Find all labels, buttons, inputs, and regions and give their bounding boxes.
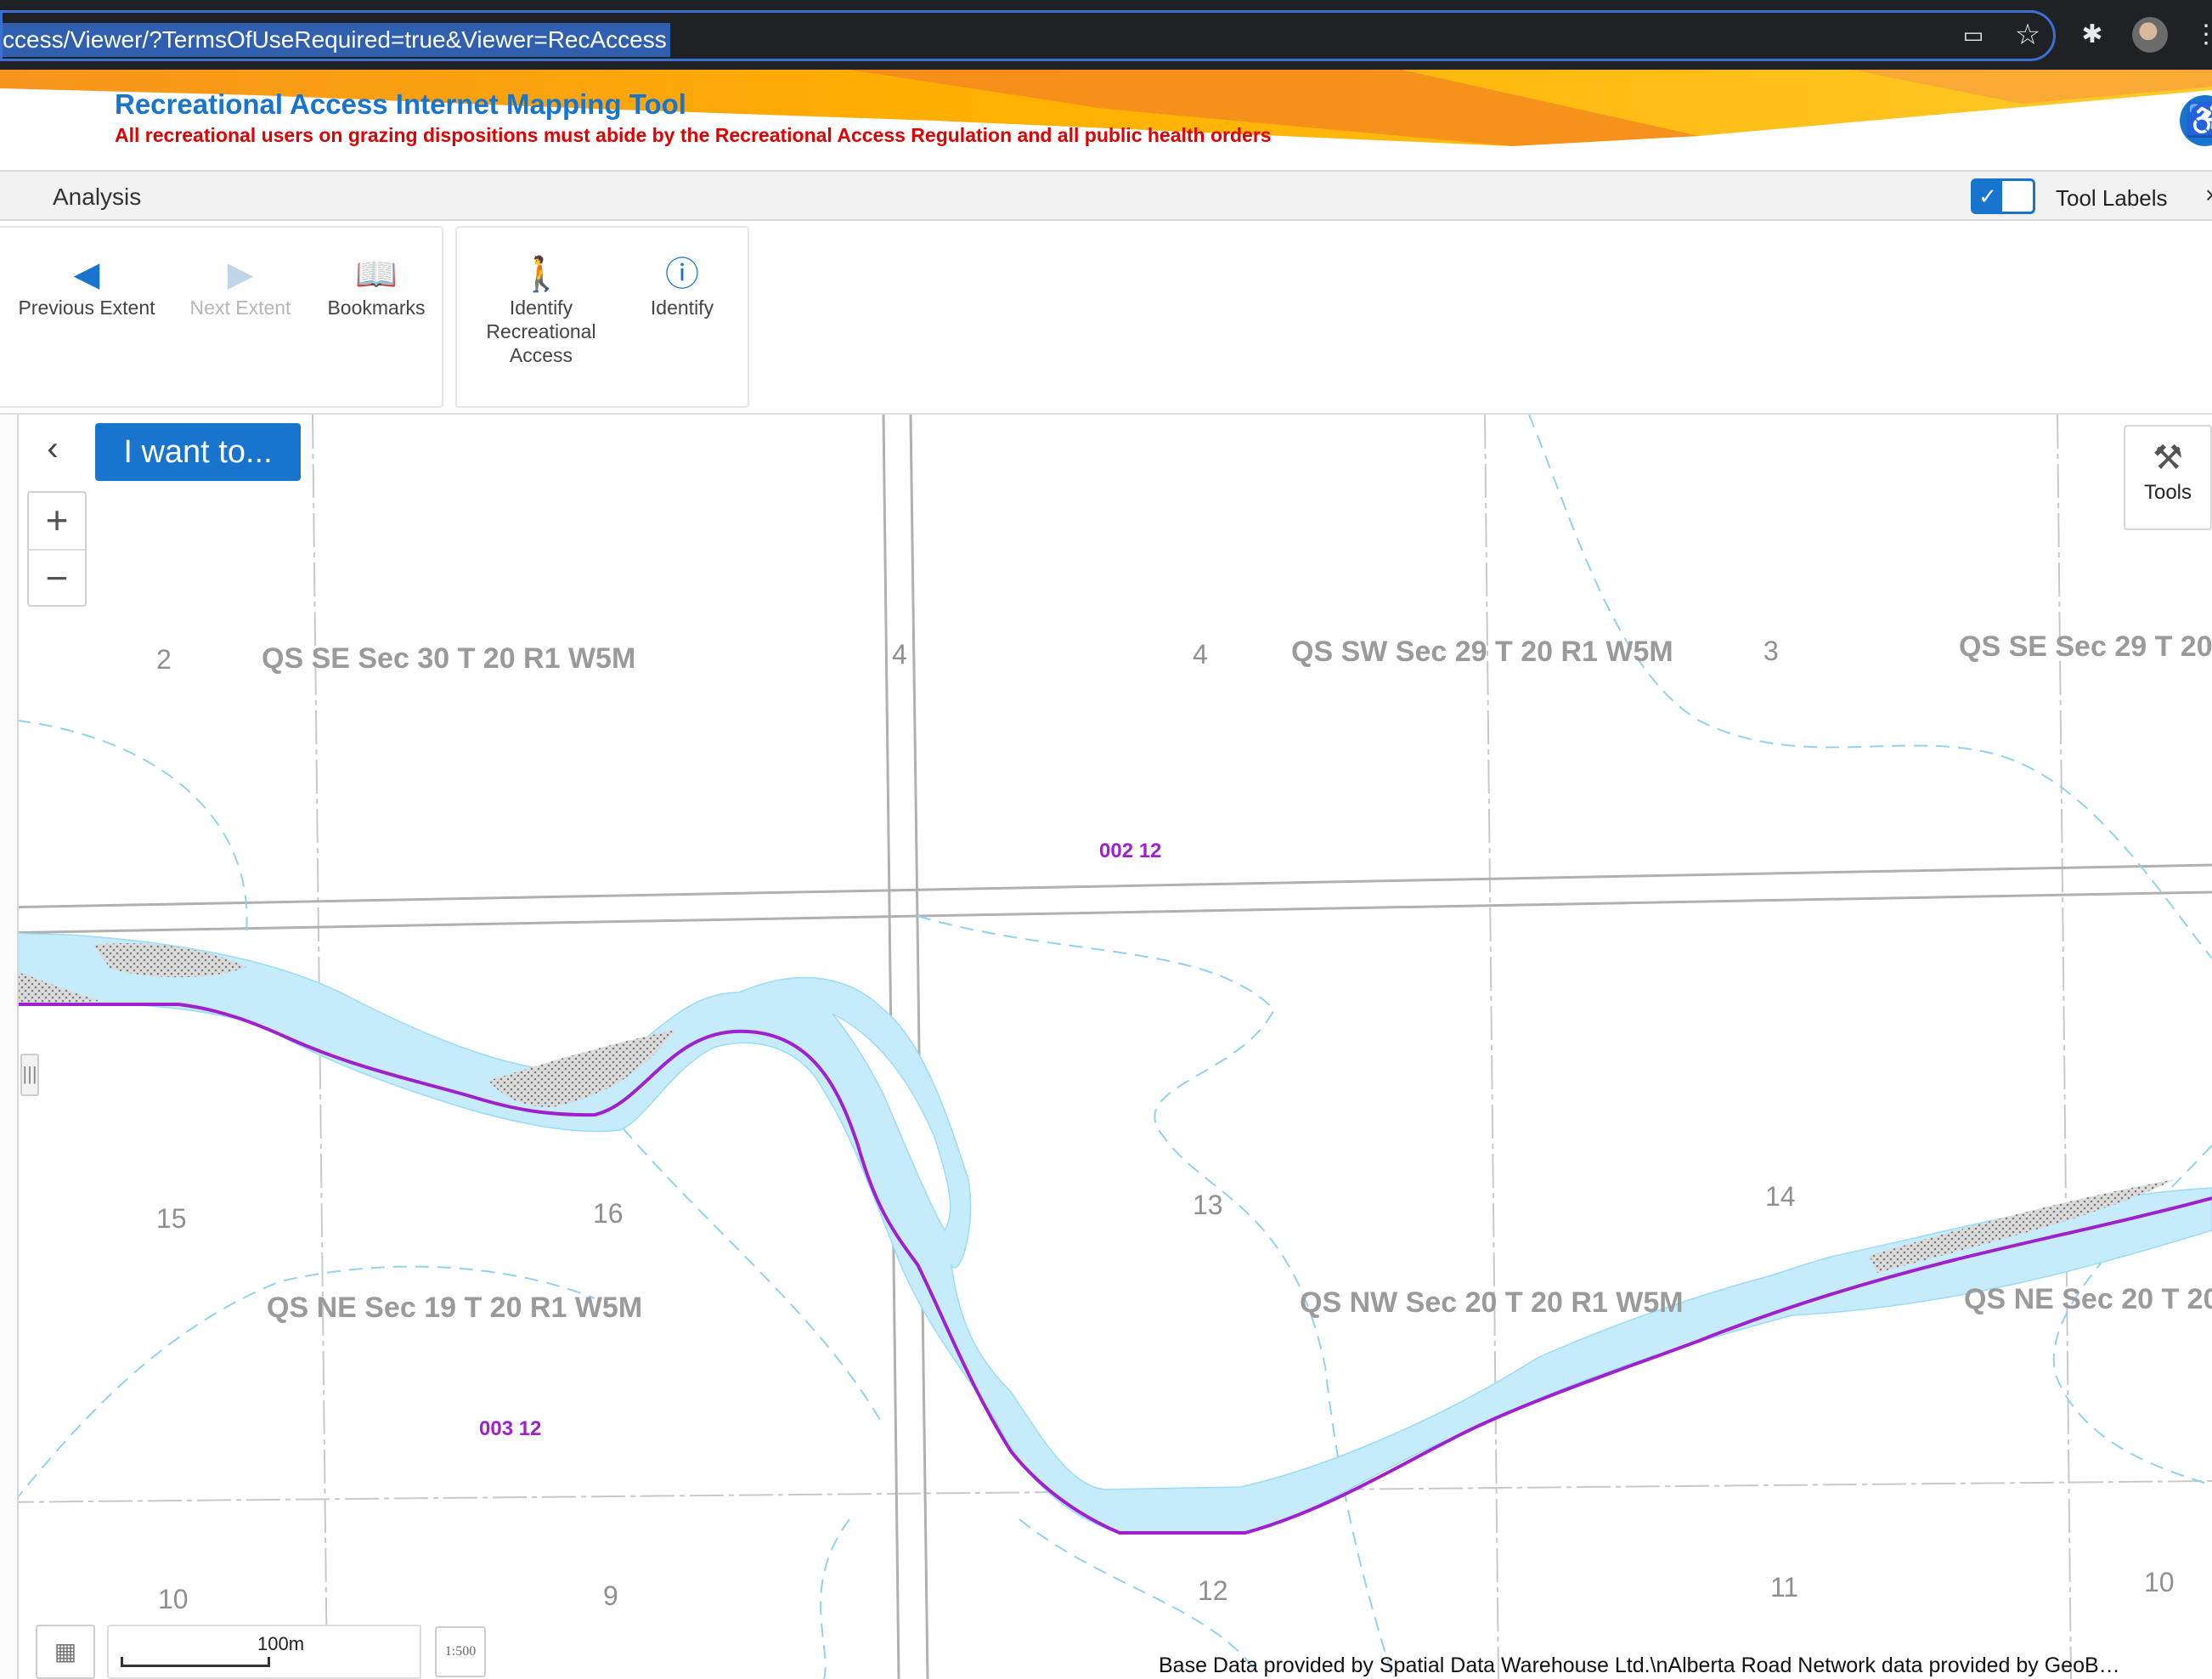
tools-button[interactable]: ⚒ Tools <box>2124 425 2212 530</box>
quarter-section-label: QS NE Sec 19 T 20 R1 W5M <box>267 1292 643 1324</box>
tab-analysis[interactable]: Analysis <box>53 184 141 211</box>
tools-label: Tools <box>2143 481 2192 504</box>
hiker-info-icon: 🚶 <box>520 256 562 293</box>
map-drawing <box>0 415 2212 1679</box>
section-number: 16 <box>593 1198 624 1229</box>
panel-strip <box>0 415 19 1679</box>
coordinates-icon[interactable]: ▦ <box>36 1625 95 1679</box>
tool-labels-toggle[interactable]: ✓ <box>1971 178 2035 214</box>
previous-extent-icon: ◀ <box>73 256 100 293</box>
identify-recreational-access-button[interactable]: 🚶 Identify Recreational Access <box>469 253 613 367</box>
app-banner: Recreational Access Internet Mapping Too… <box>0 70 2212 170</box>
section-number: 3 <box>1763 636 1779 666</box>
map-attribution: Base Data provided by Spatial Data Wareh… <box>1159 1654 2120 1677</box>
quarter-section-label: QS NW Sec 20 T 20 R1 W5M <box>1300 1286 1684 1319</box>
avatar[interactable] <box>2132 17 2168 53</box>
scale-ratio-button[interactable]: 1:500 <box>435 1626 486 1677</box>
identify-tool-group: 🚶 Identify Recreational Access ⓘ Identif… <box>455 226 749 408</box>
parcel-label: 002 12 <box>1099 840 1162 862</box>
bookmarks-button[interactable]: 📖 Bookmarks <box>319 253 433 319</box>
quarter-section-label: QS SE Sec 30 T 20 R1 W5M <box>262 642 636 675</box>
scale-line <box>121 1657 270 1667</box>
browser-toolbar: ccess/Viewer/?TermsOfUseRequired=true&Vi… <box>0 0 2212 70</box>
quarter-section-label: QS SW Sec 29 T 20 R1 W5M <box>1291 636 1673 668</box>
bookmarks-icon: 📖 <box>355 256 398 293</box>
quarter-section-label: QS NE Sec 20 T 20 <box>1964 1283 2212 1315</box>
app-title: Recreational Access Internet Mapping Too… <box>115 88 686 120</box>
parcel-label: 003 12 <box>479 1417 542 1440</box>
navigation-tool-group: ◀ Previous Extent ▶ Next Extent 📖 Bookma… <box>0 226 443 408</box>
chevron-left-icon: ‹ <box>47 430 59 467</box>
section-number: 14 <box>1765 1181 1796 1212</box>
map-canvas[interactable]: 2 QS SE Sec 30 T 20 R1 W5M 4 4 QS SW Sec… <box>0 415 2212 1679</box>
url-text[interactable]: ccess/Viewer/?TermsOfUseRequired=true&Vi… <box>3 23 670 57</box>
info-icon: ⓘ <box>665 256 699 293</box>
menu-icon[interactable]: ⋮ <box>2187 15 2212 54</box>
next-extent-button[interactable]: ▶ Next Extent <box>177 253 304 319</box>
collapse-panel-button[interactable]: ‹ <box>25 423 80 474</box>
identify-rec-label-1: Identify <box>509 297 573 319</box>
star-icon[interactable]: ☆ <box>2008 15 2047 54</box>
app-subtitle: All recreational users on grazing dispos… <box>115 124 1272 146</box>
close-icon[interactable]: × <box>2205 182 2212 209</box>
next-extent-icon: ▶ <box>227 256 254 293</box>
section-number: 10 <box>2144 1567 2175 1597</box>
scale-bar: 100m <box>107 1625 421 1679</box>
panel-resize-handle[interactable]: ||| <box>20 1054 39 1096</box>
i-want-to-button[interactable]: I want to... <box>95 423 301 481</box>
toolbar: ◀ Previous Extent ▶ Next Extent 📖 Bookma… <box>0 221 2212 415</box>
extensions-icon[interactable]: ✱ <box>2073 15 2112 54</box>
zoom-in-button[interactable]: + <box>29 493 85 549</box>
zoom-control: + − <box>27 491 87 607</box>
identify-rec-label-2: Recreational <box>486 320 596 342</box>
analysis-bar: Analysis ✓ Tool Labels × <box>0 170 2212 221</box>
section-number: 9 <box>603 1580 618 1611</box>
checkmark-icon: ✓ <box>1973 181 2002 212</box>
river-polygon <box>0 932 2212 1535</box>
section-number: 13 <box>1193 1190 1223 1220</box>
section-number: 12 <box>1198 1575 1228 1606</box>
section-number: 11 <box>1770 1572 1799 1603</box>
previous-extent-label: Previous Extent <box>18 297 155 319</box>
bookmarks-label: Bookmarks <box>327 297 426 319</box>
identify-rec-label-3: Access <box>509 344 573 366</box>
quarter-section-label: QS SE Sec 29 T 20 <box>1959 630 2212 663</box>
section-number: 2 <box>156 644 172 675</box>
previous-extent-button[interactable]: ◀ Previous Extent <box>12 253 161 319</box>
section-number: 15 <box>156 1203 187 1234</box>
cast-icon[interactable]: ▭ <box>1954 15 1993 54</box>
zoom-out-button[interactable]: − <box>29 549 85 605</box>
identify-label: Identify <box>650 297 714 319</box>
section-number: 4 <box>892 639 907 670</box>
tools-icon: ⚒ <box>2153 439 2183 477</box>
scale-label: 100m <box>257 1633 305 1654</box>
section-number: 10 <box>158 1584 189 1614</box>
next-extent-label: Next Extent <box>189 297 291 319</box>
identify-button[interactable]: ⓘ Identify <box>627 253 737 319</box>
section-number: 4 <box>1193 639 1208 670</box>
address-bar[interactable]: ccess/Viewer/?TermsOfUseRequired=true&Vi… <box>0 10 2056 61</box>
tool-labels-label: Tool Labels <box>2056 185 2168 211</box>
